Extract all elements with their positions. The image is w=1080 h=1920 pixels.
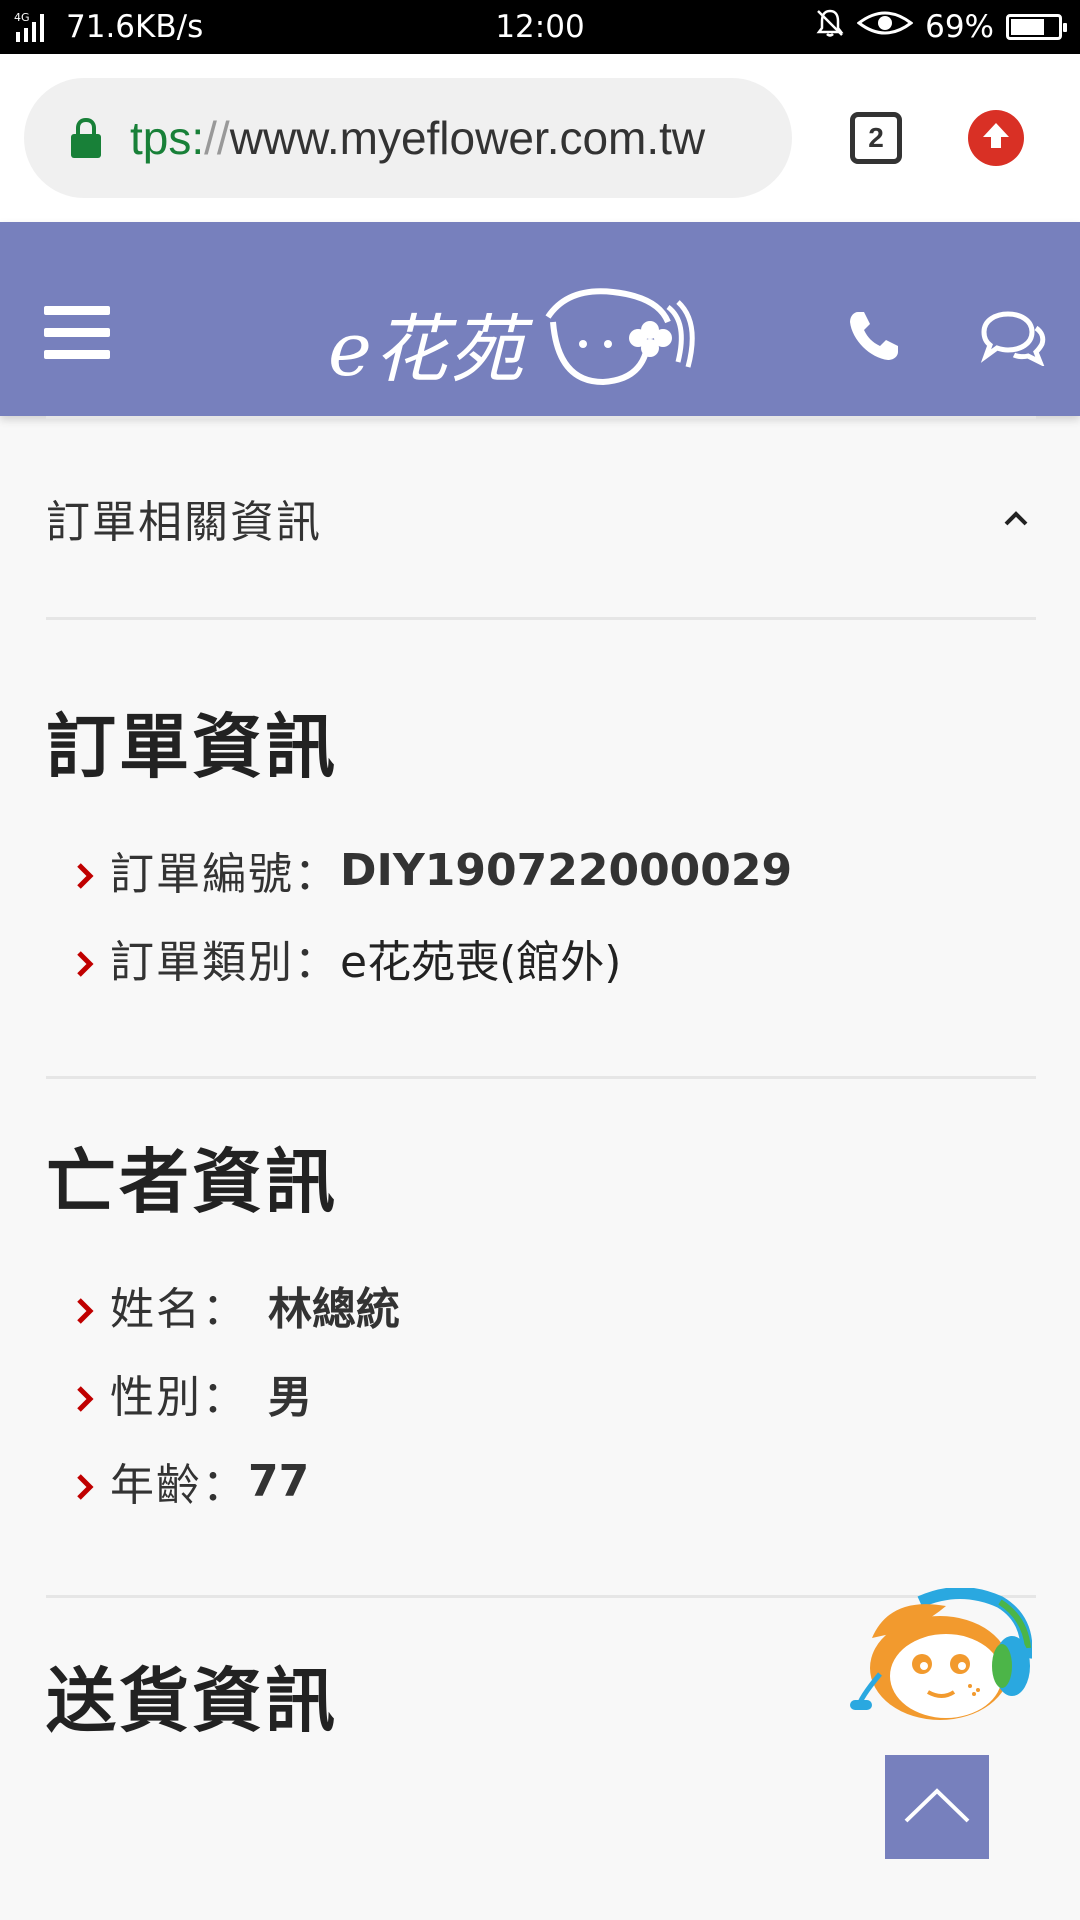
clock: 12:00 [495,9,585,45]
logo-text: e花苑 [328,307,526,393]
url-text: tps://www.myeflower.com.tw [130,111,705,165]
info-label: 姓名： [110,1284,248,1335]
list-item: 年齡： 77 [74,1437,1036,1525]
battery-percent: 69% [925,9,994,45]
chevron-right-icon [74,941,96,977]
customer-support-mascot-button[interactable] [850,1587,1033,1724]
back-to-top-button[interactable] [885,1755,989,1859]
list-item: 姓名： 林總統 [74,1261,1036,1349]
browser-toolbar: tps://www.myeflower.com.tw 2 [0,54,1080,222]
section-title-deceased: 亡者資訊 [46,1141,338,1223]
status-right: 69% [815,0,1067,54]
order-info-section: 訂單資訊 訂單編號： DIY190722000029 訂單類別： e花苑喪(館外… [46,620,1036,1002]
url-host: www.myeflower.com.tw [229,112,706,164]
chevron-right-icon [74,1376,96,1412]
chevron-right-icon [74,1464,96,1500]
site-header: e花苑 [0,222,1080,416]
phone-icon[interactable] [846,308,902,364]
logo-mascot-icon [538,282,698,396]
update-button[interactable] [968,110,1024,166]
list-item: 訂單類別： e花苑喪(館外) [74,914,1036,1002]
deceased-age: 77 [248,1455,310,1507]
chevron-right-icon [74,1288,96,1324]
order-type: e花苑喪(館外) [340,937,622,988]
url-scheme: tps: [130,112,205,164]
lock-icon [70,117,102,159]
chat-icon[interactable] [978,310,1046,368]
accordion-title: 訂單相關資訊 [46,497,322,548]
address-bar[interactable]: tps://www.myeflower.com.tw [24,78,792,198]
order-number: DIY190722000029 [340,844,793,896]
eye-icon [856,8,914,46]
info-label: 訂單編號： [110,849,340,900]
tab-switcher-button[interactable]: 2 [850,112,902,164]
list-item: 訂單編號： DIY190722000029 [74,826,1036,914]
deceased-info-section: 亡者資訊 姓名： 林總統 性別： 男 年齡： 77 [46,1079,1036,1525]
battery-icon [1006,14,1067,40]
info-label: 訂單類別： [110,937,340,988]
arrow-up-icon [979,119,1013,157]
main-content: 訂單相關資訊 訂單資訊 訂單編號： DIY190722000029 訂單類別： [46,416,1036,1780]
section-title-order: 訂單資訊 [46,706,338,788]
deceased-gender: 男 [268,1372,312,1423]
deceased-name: 林總統 [268,1284,400,1335]
chevron-up-icon [902,1783,972,1831]
accordion-order-info[interactable]: 訂單相關資訊 [46,419,1036,617]
deceased-info-list: 姓名： 林總統 性別： 男 年齡： 77 [46,1261,1036,1525]
site-logo[interactable]: e花苑 [328,282,708,393]
url-separator: // [204,112,230,164]
status-bar: 4G 71.6KB/s 12:00 69% [0,0,1080,54]
chevron-right-icon [74,853,96,889]
order-info-list: 訂單編號： DIY190722000029 訂單類別： e花苑喪(館外) [46,826,1036,1002]
bell-muted-icon [815,8,845,46]
hamburger-menu-icon[interactable] [44,306,110,360]
list-item: 性別： 男 [74,1349,1036,1437]
info-label: 年齡： [110,1460,248,1511]
chevron-up-icon[interactable] [1000,502,1032,534]
info-label: 性別： [110,1372,248,1423]
